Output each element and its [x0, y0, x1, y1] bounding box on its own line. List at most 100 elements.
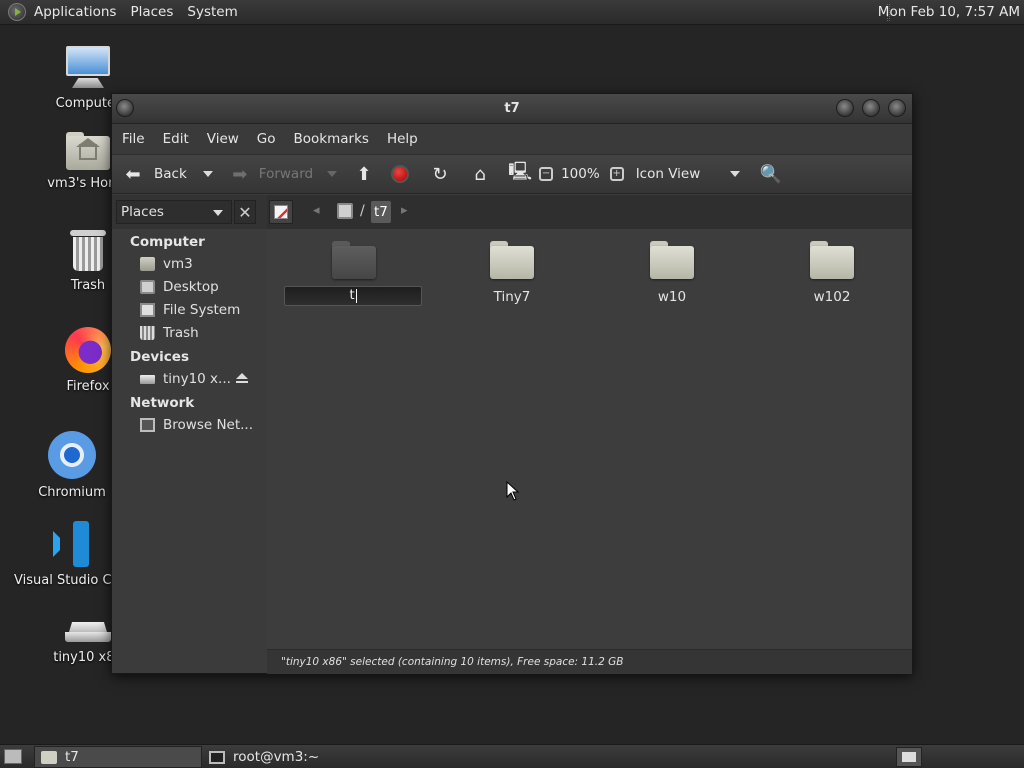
folder-name: w102 [813, 289, 851, 305]
folder-icon [490, 241, 534, 279]
sidebar-item-desktop[interactable]: Desktop [140, 277, 219, 297]
icon-view[interactable]: t Tiny7 w10 w102 [267, 229, 912, 649]
taskbar-item-terminal[interactable]: root@vm3:~ [203, 746, 371, 768]
desktop-icon [140, 280, 155, 294]
folder-name: Tiny7 [493, 289, 531, 305]
forward-button[interactable]: ➡ Forward [227, 154, 313, 194]
system-menu[interactable]: System [181, 0, 245, 25]
taskbar-item-t7[interactable]: t7 [34, 746, 202, 768]
rename-text: t [349, 288, 355, 303]
root-drive-icon[interactable] [337, 203, 353, 219]
sidebar-item-label: Desktop [163, 279, 219, 295]
menu-view[interactable]: View [201, 131, 245, 147]
places-sidebar: Computer vm3 Desktop File System Trash D… [112, 229, 265, 649]
path-crumb-current[interactable]: t7 [371, 201, 391, 223]
places-menu[interactable]: Places [124, 0, 181, 25]
workspace-switcher[interactable] [896, 747, 922, 767]
up-arrow-icon: ⬆ [356, 163, 372, 185]
bottom-panel: t7 root@vm3:~ [0, 744, 1024, 768]
path-separator: / [360, 203, 365, 219]
search-button[interactable]: 🔍 [758, 154, 784, 194]
zoom-out-button[interactable]: − [539, 154, 554, 194]
chromium-icon [48, 431, 96, 479]
minimize-button[interactable] [836, 99, 854, 117]
menu-go[interactable]: Go [251, 131, 282, 147]
folder-item-t[interactable] [284, 241, 424, 279]
path-scroll-right-icon[interactable]: ▸ [401, 203, 408, 218]
home-folder-icon [140, 257, 155, 271]
computer-icon: 🖳 [508, 161, 533, 182]
toolbar: ⬅ Back ➡ Forward ⬆ ↻ ⌂ 🖳 − 100% + Icon V… [112, 154, 912, 194]
location-bar: Places ✕ ◂ / t7 ▸ [112, 195, 912, 229]
folder-item-w10[interactable]: w10 [602, 241, 742, 305]
file-manager-window: t7 File Edit View Go Bookmarks Help ⬅ Ba… [111, 93, 913, 674]
menubar: File Edit View Go Bookmarks Help [112, 124, 912, 154]
side-pane-selector-label: Places [121, 204, 164, 220]
view-mode-dropdown[interactable] [729, 154, 740, 194]
sidebar-item-browse-network[interactable]: Browse Net... [140, 415, 253, 435]
file-system-icon [140, 303, 155, 317]
reload-icon: ↻ [432, 163, 448, 185]
close-side-pane-button[interactable]: ✕ [234, 200, 256, 224]
reload-button[interactable]: ↻ [427, 154, 453, 194]
eject-icon[interactable] [236, 373, 248, 385]
drive-icon [65, 622, 111, 644]
folder-item-w102[interactable]: w102 [762, 241, 902, 305]
side-pane-selector[interactable]: Places [116, 200, 232, 224]
maximize-button[interactable] [862, 99, 880, 117]
zoom-level[interactable]: 100% [561, 154, 600, 194]
zoom-in-icon: + [609, 167, 624, 181]
network-icon [140, 418, 155, 432]
zoom-in-button[interactable]: + [609, 154, 624, 194]
search-icon: 🔍 [759, 163, 782, 185]
window-title: t7 [504, 101, 520, 116]
folder-icon [650, 241, 694, 279]
sidebar-heading-network: Network [130, 395, 195, 411]
window-titlebar[interactable]: t7 [112, 94, 912, 124]
folder-name: w10 [657, 289, 687, 305]
sidebar-item-file-system[interactable]: File System [140, 300, 240, 320]
status-bar: "tiny10 x86" selected (containing 10 ite… [267, 649, 912, 674]
close-button[interactable] [888, 99, 906, 117]
forward-history-dropdown[interactable] [327, 154, 338, 194]
path-bar: ◂ / t7 ▸ [267, 195, 912, 229]
toggle-location-entry-button[interactable] [269, 200, 293, 224]
menu-help[interactable]: Help [381, 131, 424, 147]
text-cursor [355, 288, 357, 303]
sidebar-heading-computer: Computer [130, 234, 205, 250]
sidebar-item-tiny10[interactable]: tiny10 x... [140, 369, 231, 389]
back-button[interactable]: ⬅ Back [120, 154, 186, 194]
sidebar-item-label: tiny10 x... [163, 371, 231, 387]
menu-file[interactable]: File [116, 131, 151, 147]
sidebar-item-vm3[interactable]: vm3 [140, 254, 193, 274]
sidebar-item-label: Browse Net... [163, 417, 254, 433]
top-panel: Applications Places System Mon Feb 10, 7… [0, 0, 1024, 25]
sidebar-heading-devices: Devices [130, 349, 189, 365]
sidebar-item-label: File System [163, 302, 241, 318]
trash-icon [69, 228, 107, 272]
back-arrow-icon: ⬅ [125, 163, 141, 185]
up-button[interactable]: ⬆ [351, 154, 377, 194]
distro-logo-icon[interactable] [8, 3, 26, 21]
show-desktop-icon[interactable] [4, 749, 22, 764]
terminal-icon [209, 750, 225, 764]
sidebar-item-trash[interactable]: Trash [140, 323, 199, 343]
view-mode-label[interactable]: Icon View [636, 154, 724, 194]
trash-icon [140, 326, 155, 340]
back-history-dropdown[interactable] [202, 154, 213, 194]
computer-icon [64, 46, 112, 90]
applications-menu[interactable]: Applications [28, 0, 124, 25]
folder-item-tiny7[interactable]: Tiny7 [442, 241, 582, 305]
stop-button[interactable] [391, 154, 410, 194]
computer-button[interactable]: 🖳 [507, 154, 533, 194]
home-button[interactable]: ⌂ [467, 154, 493, 194]
menu-edit[interactable]: Edit [157, 131, 195, 147]
drive-icon [140, 374, 155, 384]
clock[interactable]: Mon Feb 10, 7:57 AM [878, 0, 1020, 25]
path-scroll-left-icon[interactable]: ◂ [313, 203, 320, 218]
menu-bookmarks[interactable]: Bookmarks [288, 131, 375, 147]
home-icon: ⌂ [474, 163, 486, 185]
home-folder-icon [66, 130, 110, 170]
close-icon: ✕ [238, 203, 252, 222]
rename-field[interactable]: t [284, 286, 422, 306]
